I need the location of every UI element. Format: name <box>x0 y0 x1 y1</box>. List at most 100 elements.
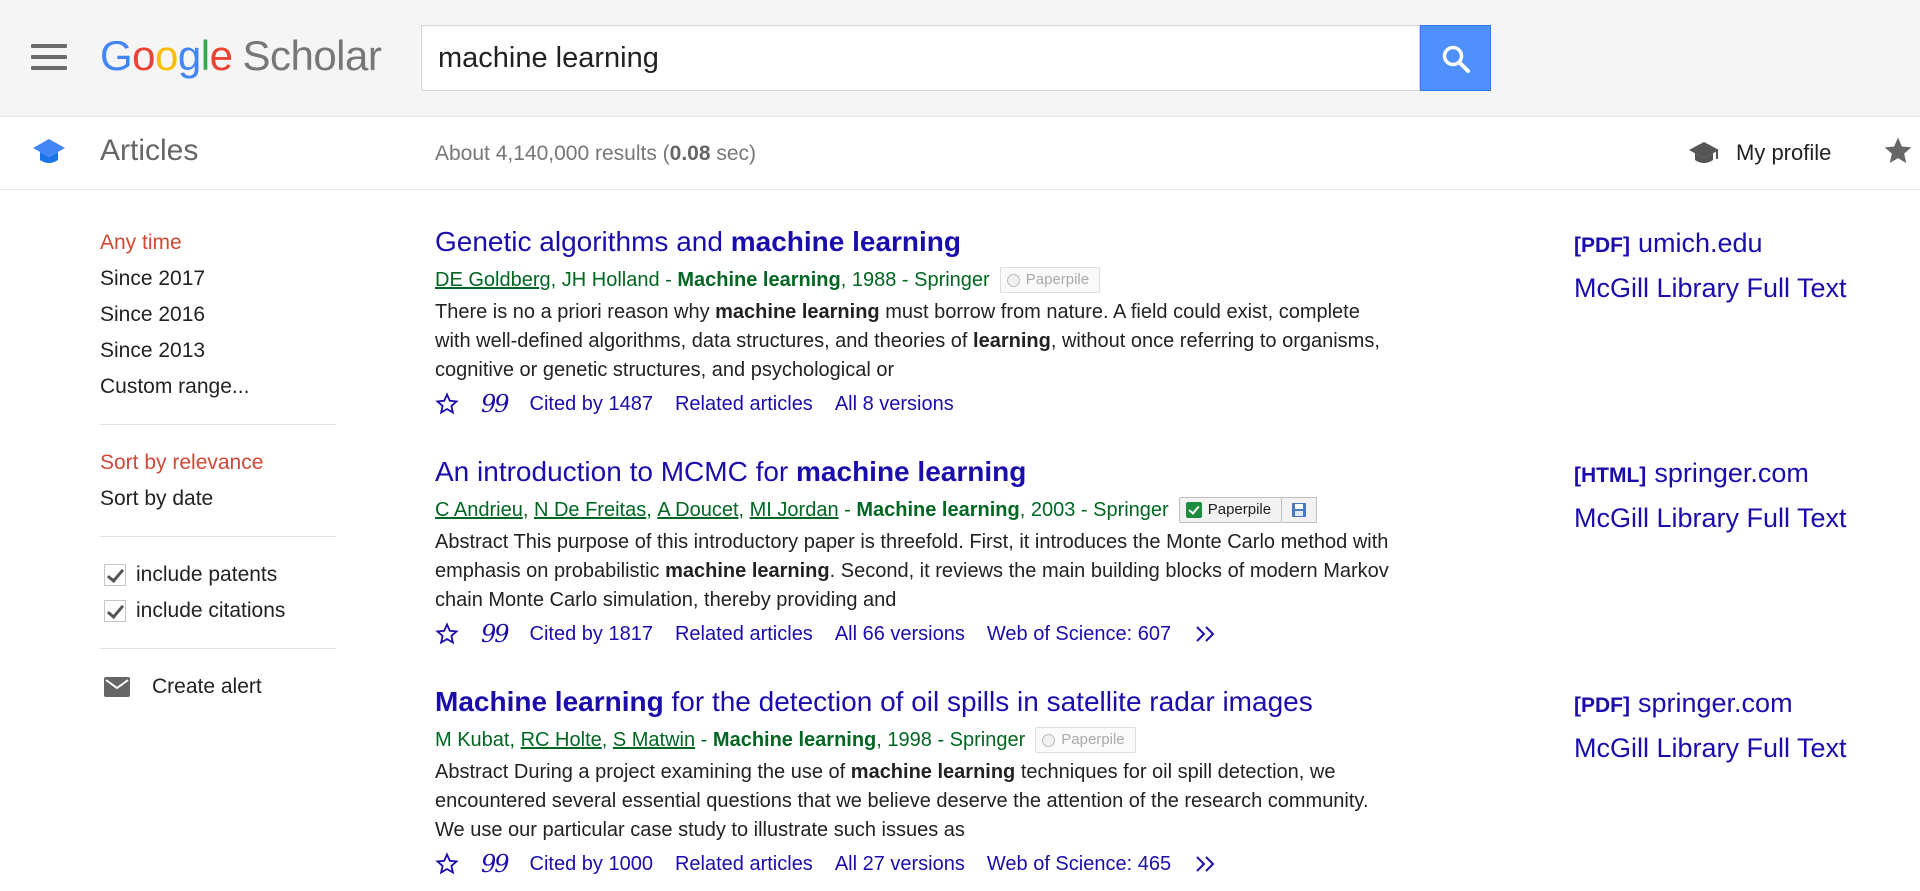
snippet-highlight: machine learning <box>850 761 1016 783</box>
result-snippet: Abstract This purpose of this introducto… <box>435 528 1395 615</box>
sort-by-relevance[interactable]: Sort by relevance <box>100 445 336 481</box>
separator: , <box>522 499 534 521</box>
divider <box>100 424 336 425</box>
library-link[interactable]: McGill Library Full Text <box>1574 497 1914 539</box>
logo-letter: g <box>177 32 201 79</box>
filter-any-time[interactable]: Any time <box>100 225 336 261</box>
search-input[interactable]: machine learning <box>421 25 1420 91</box>
author-link[interactable]: C Andrieu <box>435 492 523 528</box>
author-link[interactable]: MI Jordan <box>750 492 839 528</box>
all-versions-link[interactable]: All 66 versions <box>835 616 965 652</box>
source-domain: springer.com <box>1654 458 1809 488</box>
author-link[interactable]: N De Freitas <box>534 492 646 528</box>
snippet-highlight: machine learning <box>665 560 830 582</box>
library-link[interactable]: McGill Library Full Text <box>1574 267 1914 309</box>
separator: , <box>509 729 521 751</box>
separator: , <box>646 499 658 521</box>
author-name: JH Holland <box>561 269 660 291</box>
save-star-icon[interactable] <box>435 622 459 646</box>
web-of-science-link[interactable]: Web of Science: 465 <box>987 846 1171 882</box>
format-label: [HTML] <box>1574 464 1647 487</box>
author-link[interactable]: S Matwin <box>613 722 695 758</box>
all-versions-link[interactable]: All 27 versions <box>835 846 965 882</box>
result-title-link[interactable]: An introduction to MCMC for machine lear… <box>435 452 1395 492</box>
fulltext-source-link[interactable]: [PDF] umich.edu <box>1574 222 1914 267</box>
result-venue: Machine learning <box>712 729 877 751</box>
cite-quote-icon[interactable]: 99 <box>481 386 510 422</box>
cited-by-link[interactable]: Cited by 1000 <box>530 846 653 882</box>
result-year-publisher: , 1998 - Springer <box>876 729 1026 751</box>
top-bar: Google Scholar machine learning <box>0 0 1920 116</box>
separator: - <box>659 269 678 291</box>
web-of-science-link[interactable]: Web of Science: 607 <box>987 616 1171 652</box>
filter-since-2017[interactable]: Since 2017 <box>100 261 336 297</box>
cite-quote-icon[interactable]: 99 <box>481 616 510 652</box>
divider <box>100 536 336 537</box>
author-link[interactable]: DE Goldberg <box>435 262 551 298</box>
fulltext-links: [PDF] springer.com McGill Library Full Te… <box>1574 682 1914 769</box>
search-icon <box>1442 45 1470 73</box>
paperpile-label: Paperpile <box>1025 271 1090 288</box>
related-articles-link[interactable]: Related articles <box>675 616 813 652</box>
paperpile-save-icon[interactable] <box>1282 497 1318 523</box>
filter-since-2013[interactable]: Since 2013 <box>100 333 336 369</box>
result-title-highlight: machine learning <box>796 456 1027 487</box>
my-profile-link[interactable]: My profile <box>1688 135 1831 171</box>
star-icon[interactable] <box>1882 135 1914 167</box>
create-alert-link[interactable]: Create alert <box>100 669 336 705</box>
result-title-link[interactable]: Genetic algorithms and machine learning <box>435 222 1395 262</box>
fulltext-source-link[interactable]: [HTML] springer.com <box>1574 452 1914 497</box>
all-versions-link[interactable]: All 8 versions <box>835 386 954 422</box>
search-result: Genetic algorithms and machine learning … <box>435 222 1395 422</box>
paperpile-button[interactable]: Paperpile <box>1035 727 1136 753</box>
result-authors: DE Goldberg, JH Holland - Machine learni… <box>435 262 1395 298</box>
graduation-cap-icon <box>1689 142 1719 164</box>
logo-letter: G <box>100 32 133 79</box>
hamburger-menu-icon[interactable] <box>31 44 67 70</box>
result-title-text: for the detection of oil spills in satel… <box>663 686 1313 717</box>
logo-letter: o <box>132 32 156 79</box>
cited-by-link[interactable]: Cited by 1817 <box>530 616 653 652</box>
checkbox-checked[interactable] <box>104 564 126 586</box>
logo-letter: o <box>155 32 178 79</box>
related-articles-link[interactable]: Related articles <box>675 846 813 882</box>
include-citations-checkbox[interactable]: include citations <box>100 593 336 629</box>
save-star-icon[interactable] <box>435 852 459 876</box>
scholar-cap-icon <box>33 139 65 163</box>
fulltext-source-link[interactable]: [PDF] springer.com <box>1574 682 1914 727</box>
include-patents-checkbox[interactable]: include patents <box>100 557 336 593</box>
result-title-highlight: Machine learning <box>435 686 664 717</box>
library-link[interactable]: McGill Library Full Text <box>1574 727 1914 769</box>
result-authors: M Kubat, RC Holte, S Matwin - Machine le… <box>435 722 1395 758</box>
cite-quote-icon[interactable]: 99 <box>481 846 510 882</box>
envelope-icon <box>104 677 130 697</box>
author-link[interactable]: RC Holte <box>521 722 602 758</box>
cited-by-link[interactable]: Cited by 1487 <box>530 386 653 422</box>
divider <box>100 648 336 649</box>
sub-header: Articles About 4,140,000 results (0.08 s… <box>0 116 1920 190</box>
filter-custom-range[interactable]: Custom range... <box>100 369 336 405</box>
result-venue: Machine learning <box>677 269 841 291</box>
google-scholar-logo[interactable]: Google Scholar <box>100 28 382 84</box>
save-star-icon[interactable] <box>435 392 459 416</box>
sort-by-date[interactable]: Sort by date <box>100 481 336 517</box>
related-articles-link[interactable]: Related articles <box>675 386 813 422</box>
paperpile-button[interactable]: Paperpile <box>1178 497 1283 523</box>
my-profile-label: My profile <box>1736 140 1832 165</box>
include-citations-label: include citations <box>136 599 286 622</box>
paperpile-button[interactable]: Paperpile <box>999 267 1101 293</box>
separator: , <box>738 499 750 521</box>
logo-product-name: Scholar <box>242 32 382 79</box>
filter-since-2016[interactable]: Since 2016 <box>100 297 336 333</box>
paperpile-check-icon <box>1185 502 1202 518</box>
section-title[interactable]: Articles <box>100 131 198 171</box>
author-link[interactable]: A Doucet <box>657 492 738 528</box>
result-title-link[interactable]: Machine learning for the detection of oi… <box>435 682 1395 722</box>
search-button[interactable] <box>1420 25 1491 91</box>
search-result: An introduction to MCMC for machine lear… <box>435 452 1395 652</box>
more-chevron-icon[interactable] <box>1193 624 1219 644</box>
paperpile-icon <box>1006 273 1020 287</box>
snippet-highlight: machine learning <box>715 301 880 323</box>
checkbox-checked[interactable] <box>104 600 126 622</box>
more-chevron-icon[interactable] <box>1193 854 1219 874</box>
